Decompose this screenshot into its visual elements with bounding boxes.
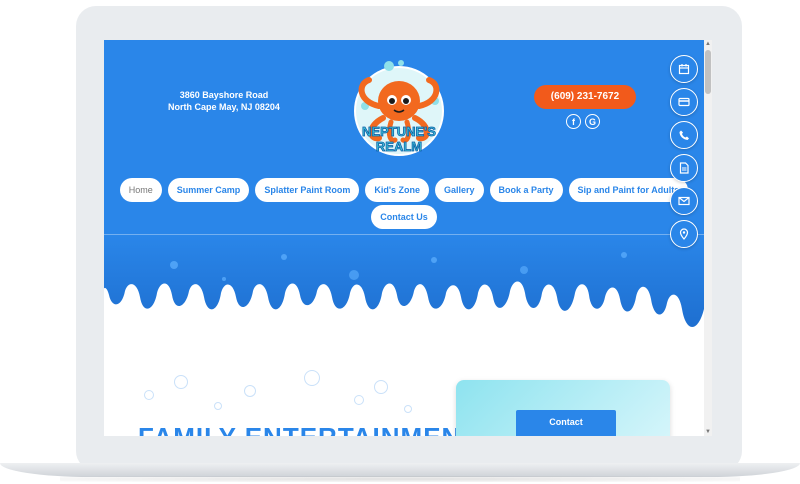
main-nav-row-1: Home Summer Camp Splatter Paint Room Kid…	[104, 178, 704, 202]
address-line-1: 3860 Bayshore Road	[179, 90, 269, 100]
logo-text-line-1: NEPTUNE'S	[362, 124, 436, 139]
contact-card: Contact	[456, 380, 670, 436]
contact-button[interactable]: Contact	[516, 410, 616, 436]
logo-text-line-2: REALM	[376, 139, 422, 154]
floating-contact-bar	[670, 55, 698, 248]
mail-icon[interactable]	[670, 187, 698, 215]
document-icon[interactable]	[670, 154, 698, 182]
nav-kids-zone[interactable]: Kid's Zone	[365, 178, 429, 202]
nav-gallery[interactable]: Gallery	[434, 178, 484, 202]
bubble-decoration	[174, 375, 188, 389]
facebook-icon[interactable]: f	[566, 114, 581, 129]
vertical-scrollbar[interactable]: ▲ ▼	[704, 40, 712, 436]
neptunes-realm-logo[interactable]: NEPTUNE'S REALM	[349, 56, 449, 162]
nav-summer-camp[interactable]: Summer Camp	[167, 178, 250, 202]
phone-icon[interactable]	[670, 121, 698, 149]
laptop-screen: 3860 Bayshore Road North Cape May, NJ 08…	[104, 40, 712, 436]
nav-book-a-party[interactable]: Book a Party	[489, 178, 563, 202]
location-pin-icon[interactable]	[670, 220, 698, 248]
scroll-down-arrow-icon[interactable]: ▼	[704, 428, 712, 436]
nav-contact-us[interactable]: Contact Us	[371, 205, 437, 229]
bubble-decoration	[144, 390, 154, 400]
hero-headline: FAMILY ENTERTAINMENT	[138, 422, 478, 436]
bubble-decoration	[304, 370, 320, 386]
bubble-decoration	[244, 385, 256, 397]
website: 3860 Bayshore Road North Cape May, NJ 08…	[104, 40, 704, 436]
nav-splatter-paint-room[interactable]: Splatter Paint Room	[255, 178, 360, 202]
laptop-base	[0, 463, 800, 477]
water-drip-border	[104, 235, 704, 327]
calendar-icon[interactable]	[670, 55, 698, 83]
phone-button[interactable]: (609) 231-7672	[534, 85, 636, 109]
social-links: f G	[566, 114, 600, 129]
site-header: 3860 Bayshore Road North Cape May, NJ 08…	[104, 40, 704, 235]
scrollbar-thumb[interactable]	[705, 50, 711, 94]
credit-card-icon[interactable]	[670, 88, 698, 116]
bubble-decoration	[374, 380, 388, 394]
business-address: 3860 Bayshore Road North Cape May, NJ 08…	[164, 89, 284, 113]
octopus-logo-graphic: NEPTUNE'S REALM	[354, 60, 444, 156]
nav-home[interactable]: Home	[119, 178, 162, 202]
address-line-2: North Cape May, NJ 08204	[168, 102, 280, 112]
scroll-up-arrow-icon[interactable]: ▲	[704, 40, 712, 48]
bubble-decoration	[404, 405, 412, 413]
bubble-decoration	[214, 402, 222, 410]
laptop-shadow	[60, 476, 740, 482]
google-icon[interactable]: G	[585, 114, 600, 129]
main-nav-row-2: Contact Us	[104, 205, 704, 229]
bubble-decoration	[354, 395, 364, 405]
